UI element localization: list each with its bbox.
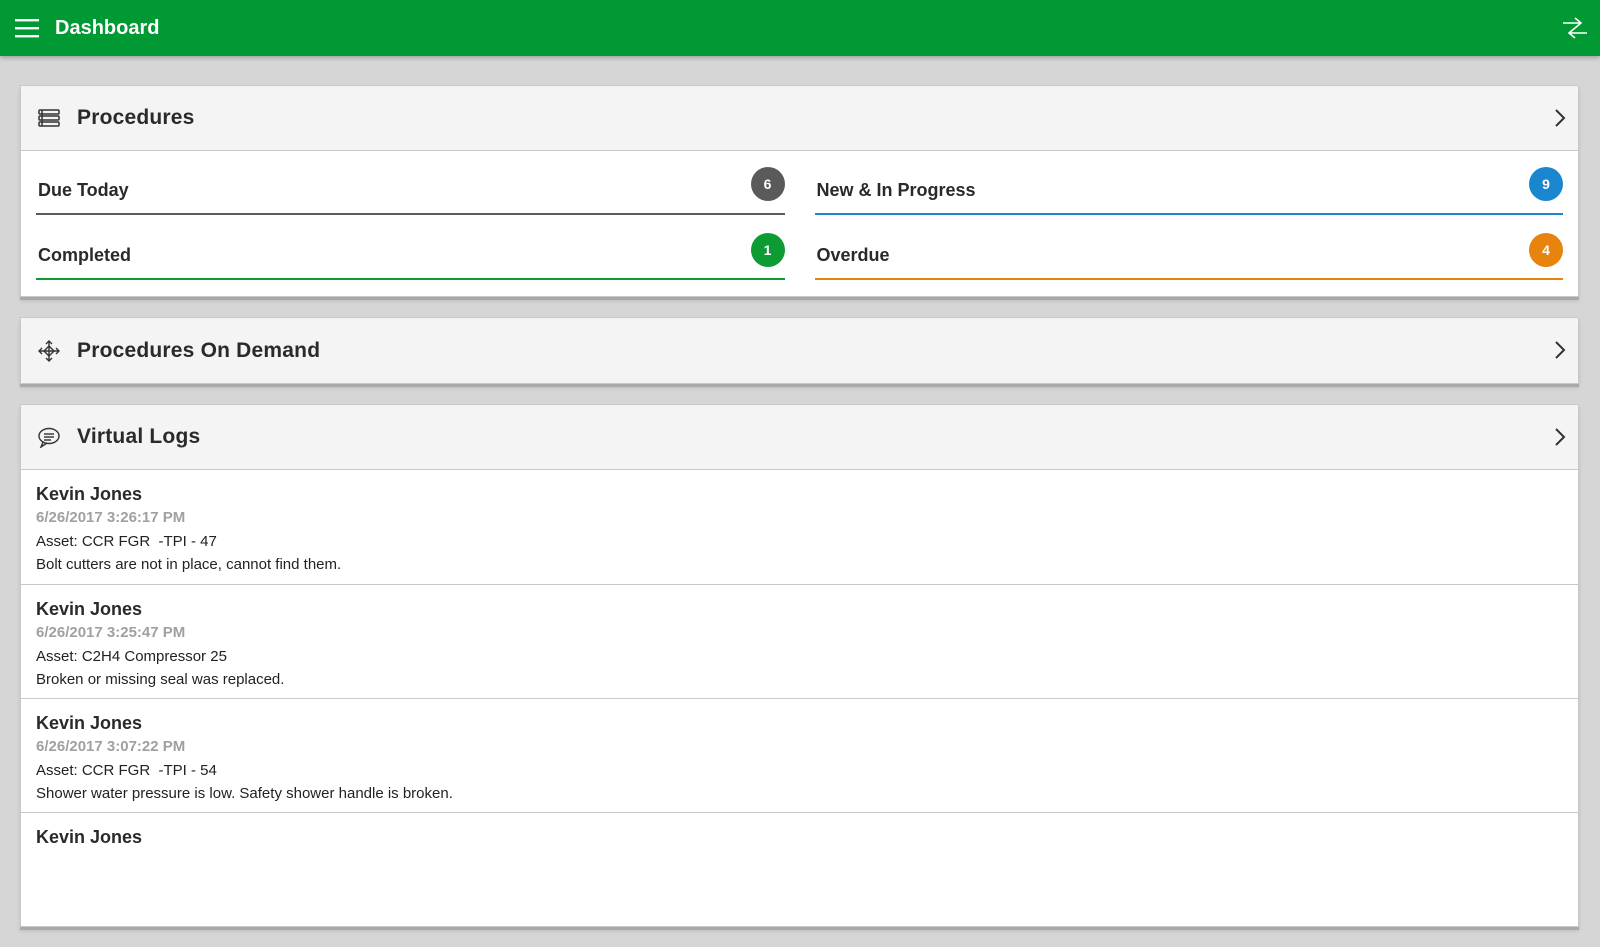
- log-author: Kevin Jones: [36, 599, 143, 619]
- log-author: Kevin Jones: [36, 827, 143, 847]
- stat-completed[interactable]: Completed 1: [36, 215, 785, 280]
- page-title: Dashboard: [55, 16, 160, 39]
- chat-icon: [37, 425, 61, 449]
- stat-due-today[interactable]: Due Today 6: [36, 165, 785, 215]
- stat-new-in-progress[interactable]: New & In Progress 9: [814, 165, 1563, 215]
- log-entry[interactable]: Kevin Jones: [21, 812, 1578, 926]
- procedures-on-demand-title: Procedures On Demand: [77, 338, 321, 362]
- dashboard-content: Procedures Due Today 6 New & In Progress…: [20, 85, 1579, 947]
- count-badge: 4: [1529, 233, 1563, 267]
- procedures-title: Procedures: [77, 106, 195, 129]
- top-app-bar: Dashboard: [0, 0, 1600, 56]
- move-arrows-icon: [37, 339, 61, 363]
- log-asset: Asset: CCR FGR -TPI - 47: [36, 533, 217, 550]
- switch-arrows-icon[interactable]: [1560, 14, 1590, 42]
- stat-label: Due Today: [38, 180, 129, 200]
- log-timestamp: 6/26/2017 3:26:17 PM: [36, 509, 186, 526]
- stat-overdue[interactable]: Overdue 4: [814, 215, 1563, 280]
- log-message: Bolt cutters are not in place, cannot fi…: [36, 556, 342, 573]
- stat-label: New & In Progress: [816, 180, 976, 200]
- log-message: Shower water pressure is low. Safety sho…: [36, 785, 453, 802]
- count-badge: 1: [750, 233, 785, 267]
- log-asset: Asset: CCR FGR -TPI - 54: [36, 762, 217, 779]
- log-entry[interactable]: Kevin Jones 6/26/2017 3:07:22 PM Asset: …: [21, 698, 1578, 812]
- chevron-right-icon[interactable]: [1552, 106, 1568, 130]
- chevron-right-icon[interactable]: [1552, 425, 1568, 449]
- procedures-on-demand-header[interactable]: Procedures On Demand: [21, 318, 1578, 383]
- log-author: Kevin Jones: [36, 484, 143, 504]
- list-icon: [37, 106, 61, 130]
- chevron-right-icon[interactable]: [1552, 338, 1568, 362]
- hamburger-menu-icon[interactable]: [0, 0, 54, 56]
- count-badge: 6: [750, 167, 785, 201]
- procedures-on-demand-card: Procedures On Demand: [20, 317, 1579, 384]
- procedures-header[interactable]: Procedures: [21, 86, 1578, 151]
- stat-label: Completed: [38, 245, 132, 265]
- log-timestamp: 6/26/2017 3:25:47 PM: [36, 624, 186, 641]
- log-asset: Asset: C2H4 Compressor 25: [36, 648, 227, 665]
- log-message: Broken or missing seal was replaced.: [36, 671, 285, 688]
- log-entry[interactable]: Kevin Jones 6/26/2017 3:26:17 PM Asset: …: [21, 470, 1578, 584]
- stat-label: Overdue: [816, 245, 890, 265]
- virtual-logs-card: Virtual Logs Kevin Jones 6/26/2017 3:26:…: [20, 404, 1579, 927]
- procedures-card: Procedures Due Today 6 New & In Progress…: [20, 85, 1579, 297]
- count-badge: 9: [1529, 167, 1563, 201]
- log-timestamp: 6/26/2017 3:07:22 PM: [36, 738, 186, 755]
- virtual-logs-title: Virtual Logs: [77, 425, 201, 448]
- procedures-stats: Due Today 6 New & In Progress 9 Complete…: [21, 151, 1578, 296]
- log-entry[interactable]: Kevin Jones 6/26/2017 3:25:47 PM Asset: …: [21, 584, 1578, 698]
- log-author: Kevin Jones: [36, 713, 143, 733]
- virtual-logs-header[interactable]: Virtual Logs: [21, 405, 1578, 470]
- virtual-logs-list: Kevin Jones 6/26/2017 3:26:17 PM Asset: …: [21, 470, 1578, 926]
